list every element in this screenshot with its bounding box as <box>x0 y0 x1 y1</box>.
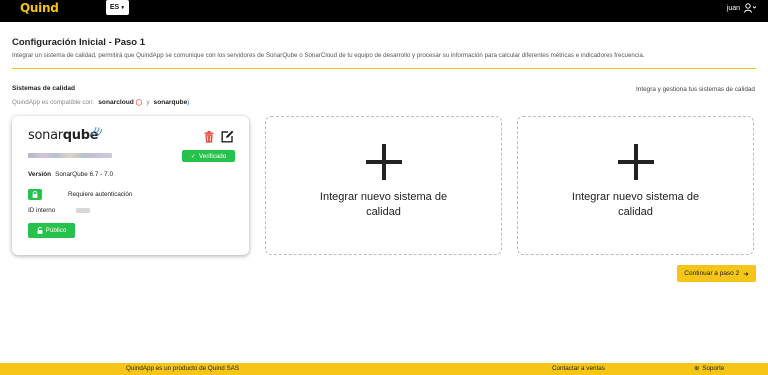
add-quality-system-label: Integrar nuevo sistema de calidad <box>571 190 700 218</box>
compatibility-line: QuindApp es compatible con: sonarcloud ◯… <box>12 99 189 106</box>
manage-systems-text: Integra y gestiona tus sistemas de calid… <box>635 86 755 93</box>
language-value: ES <box>109 4 120 11</box>
verified-label: Verificado <box>199 152 227 160</box>
sonar-waves-icon <box>90 126 102 136</box>
sonarcloud-logo: sonarcloud ◯ <box>98 99 143 106</box>
continue-label: Continuar a paso 2 <box>684 270 740 277</box>
edit-icon[interactable] <box>221 130 234 143</box>
internal-id-redacted <box>76 208 90 213</box>
internal-id-label: ID interno <box>28 207 56 214</box>
lifebuoy-icon: ⊕ <box>694 365 700 372</box>
verified-badge: ✓ Verificado <box>182 150 235 162</box>
version-row: Versión SonarQube 6.7 - 7.0 <box>28 171 113 178</box>
public-label: Público <box>45 227 67 234</box>
add-quality-system-label: Integrar nuevo sistema de calidad <box>319 190 448 218</box>
lock-icon <box>32 191 38 198</box>
section-title: Sistemas de calidad <box>12 85 76 92</box>
sonarqube-card-logo: sonarqube <box>28 128 99 143</box>
quind-logo[interactable]: Quind <box>20 1 59 15</box>
plus-icon <box>617 143 654 180</box>
language-selector[interactable]: ES ▼ <box>106 0 129 15</box>
footer-product: QuindApp es un producto de Quind SAS <box>126 365 240 372</box>
contact-sales-link[interactable]: Contactar a ventas <box>552 365 605 372</box>
support-label: Soporte <box>702 365 725 372</box>
support-link[interactable]: ⊕ Soporte <box>694 365 724 372</box>
divider <box>12 68 756 69</box>
check-icon: ✓ <box>190 152 196 160</box>
user-icon <box>744 3 756 13</box>
trash-icon[interactable] <box>204 131 214 143</box>
unlock-icon <box>37 227 43 234</box>
compat-and: y <box>146 99 150 106</box>
top-navbar: Quind ES ▼ juan <box>0 0 768 22</box>
lock-badge <box>28 189 42 200</box>
compat-text: QuindApp es compatible con: <box>12 99 95 106</box>
chevron-down-icon: ▼ <box>120 4 126 11</box>
plus-icon <box>365 143 402 180</box>
server-url-redacted <box>28 153 112 158</box>
version-label: Versión <box>28 171 52 178</box>
auth-required-label: Requiere autenticación <box>68 191 133 198</box>
quality-system-card: sonarqube ✓ Verificado Versión SonarQube… <box>12 116 249 255</box>
add-quality-system-card[interactable]: Integrar nuevo sistema de calidad <box>265 116 502 255</box>
continue-step-2-button[interactable]: Continuar a paso 2 ➜ <box>677 265 756 282</box>
arrow-right-icon: ➜ <box>743 270 749 278</box>
version-value: SonarQube 6.7 - 7.0 <box>55 171 114 178</box>
user-menu[interactable]: juan <box>727 3 756 13</box>
sonarqube-logo: sonarqube) <box>153 99 190 106</box>
public-badge[interactable]: Público <box>28 223 75 238</box>
page-intro: Integrar un sistema de calidad, permitir… <box>12 52 645 59</box>
user-name: juan <box>726 4 740 12</box>
footer: QuindApp es un producto de Quind SAS Con… <box>0 363 768 375</box>
add-quality-system-card[interactable]: Integrar nuevo sistema de calidad <box>517 116 754 255</box>
page-title: Configuración Inicial - Paso 1 <box>12 37 146 48</box>
